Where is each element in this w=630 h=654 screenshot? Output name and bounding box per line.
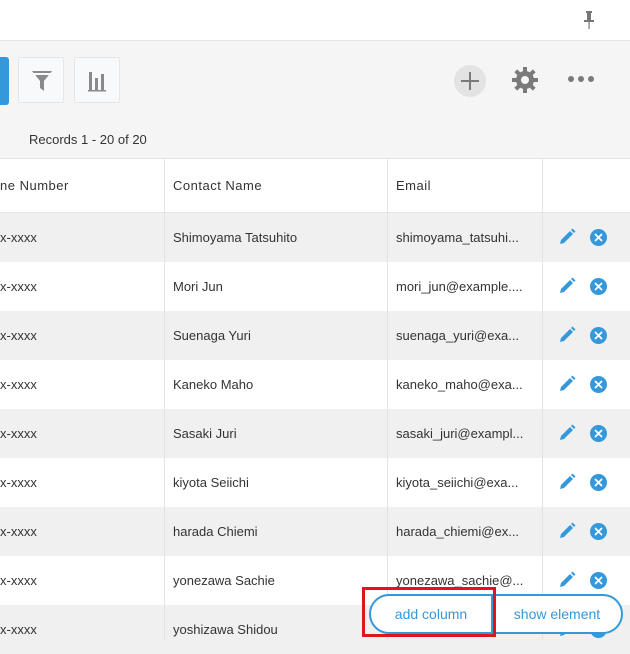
close-icon[interactable] — [590, 474, 607, 491]
column-actions-toggle: add column show element — [369, 594, 623, 634]
pencil-icon[interactable] — [558, 326, 576, 344]
top-bar — [0, 0, 630, 41]
close-icon[interactable] — [590, 572, 607, 589]
cell-phone: x-xxxx — [0, 230, 37, 245]
close-icon[interactable] — [590, 229, 607, 246]
add-column-button[interactable]: add column — [371, 596, 493, 632]
close-icon[interactable] — [590, 327, 607, 344]
column-divider — [387, 158, 388, 641]
cell-email: kiyota_seiichi@exa... — [396, 475, 519, 490]
close-icon[interactable] — [590, 425, 607, 442]
cell-contact: Sasaki Juri — [173, 426, 237, 441]
cell-phone: x-xxxx — [0, 622, 37, 637]
close-icon[interactable] — [590, 278, 607, 295]
close-icon[interactable] — [590, 523, 607, 540]
cell-phone: x-xxxx — [0, 573, 37, 588]
cell-email: sasaki_juri@exampl... — [396, 426, 524, 441]
table-body: x-xxxx Shimoyama Tatsuhito shimoyama_tatsu… — [0, 213, 630, 654]
cell-email: harada_chiemi@ex... — [396, 524, 520, 539]
table-row[interactable]: x-xxxx Suenaga Yuri suenaga_yuri@exa... — [0, 311, 630, 360]
add-record-button[interactable] — [454, 65, 486, 97]
cell-contact: harada Chiemi — [173, 524, 258, 539]
pencil-icon[interactable] — [558, 571, 576, 589]
filter-icon — [32, 71, 52, 91]
pencil-icon[interactable] — [558, 473, 576, 491]
cell-phone: x-xxxx — [0, 279, 37, 294]
column-header-contact[interactable]: Contact Name — [173, 159, 262, 212]
cell-email: shimoyama_tatsuhi... — [396, 230, 519, 245]
table-row[interactable]: x-xxxx kiyota Seiichi kiyota_seiichi@exa..… — [0, 458, 630, 507]
pencil-icon[interactable] — [558, 522, 576, 540]
graph-icon — [88, 72, 106, 92]
cell-contact: Shimoyama Tatsuhito — [173, 230, 298, 245]
column-divider — [542, 158, 543, 641]
column-header-phone[interactable]: ne Number — [0, 159, 69, 212]
table-header: ne Number Contact Name Email — [0, 158, 630, 213]
view-selector-button[interactable] — [0, 57, 9, 105]
cell-contact: yoshizawa Shidou — [173, 622, 278, 637]
pin-icon[interactable] — [582, 10, 596, 30]
table-row[interactable]: x-xxxx Kaneko Maho kaneko_maho@exa... — [0, 360, 630, 409]
table-row[interactable]: x-xxxx harada Chiemi harada_chiemi@ex... — [0, 507, 630, 556]
pencil-icon[interactable] — [558, 375, 576, 393]
pencil-icon[interactable] — [558, 277, 576, 295]
cell-contact: Mori Jun — [173, 279, 223, 294]
close-icon[interactable] — [590, 376, 607, 393]
cell-email: mori_jun@example.... — [396, 279, 523, 294]
cell-phone: x-xxxx — [0, 426, 37, 441]
graph-button[interactable] — [74, 57, 120, 103]
records-table: ne Number Contact Name Email x-xxxx Shimo… — [0, 158, 630, 654]
pencil-icon[interactable] — [558, 424, 576, 442]
cell-email: kaneko_maho@exa... — [396, 377, 523, 392]
cell-contact: Suenaga Yuri — [173, 328, 251, 343]
more-icon[interactable] — [566, 74, 596, 84]
plus-icon — [461, 72, 479, 90]
cell-email: suenaga_yuri@exa... — [396, 328, 520, 343]
table-row[interactable]: x-xxxx Shimoyama Tatsuhito shimoyama_tatsu… — [0, 213, 630, 262]
filter-button[interactable] — [18, 57, 64, 103]
cell-contact: yonezawa Sachie — [173, 573, 275, 588]
table-row[interactable]: x-xxxx Mori Jun mori_jun@example.... — [0, 262, 630, 311]
show-element-button[interactable]: show element — [493, 596, 621, 632]
cell-phone: x-xxxx — [0, 524, 37, 539]
cell-contact: Kaneko Maho — [173, 377, 254, 392]
column-header-email[interactable]: Email — [396, 159, 431, 212]
table-row[interactable]: x-xxxx Sasaki Juri sasaki_juri@exampl... — [0, 409, 630, 458]
cell-phone: x-xxxx — [0, 377, 37, 392]
cell-contact: kiyota Seiichi — [173, 475, 249, 490]
gear-icon[interactable] — [510, 65, 540, 95]
column-divider — [164, 158, 165, 641]
cell-phone: x-xxxx — [0, 328, 37, 343]
records-count: Records 1 - 20 of 20 — [29, 132, 147, 147]
cell-phone: x-xxxx — [0, 475, 37, 490]
pencil-icon[interactable] — [558, 228, 576, 246]
